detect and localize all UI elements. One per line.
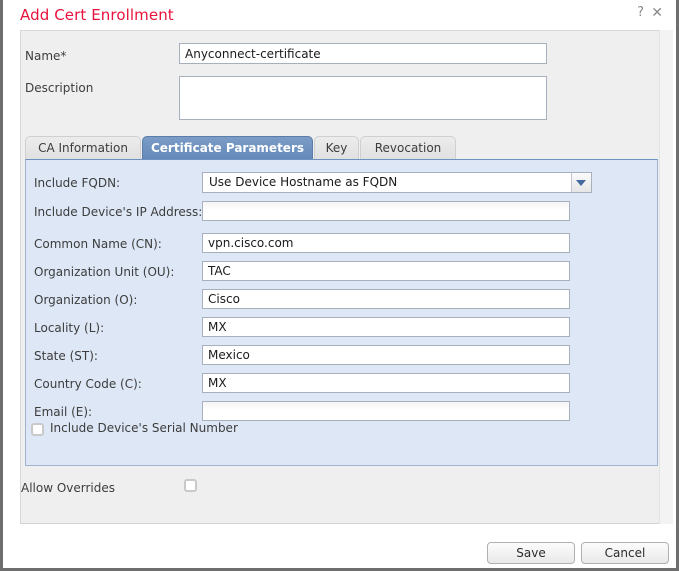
- tab-key[interactable]: Key: [314, 136, 359, 160]
- tab-certificate-parameters[interactable]: Certificate Parameters: [142, 136, 313, 160]
- tab-revocation[interactable]: Revocation: [360, 136, 456, 160]
- include-device-ip-input[interactable]: [202, 201, 570, 221]
- include-fqdn-value: Use Device Hostname as FQDN: [209, 175, 398, 189]
- name-label: Name*: [25, 49, 67, 63]
- organization-input[interactable]: [202, 289, 570, 309]
- email-input[interactable]: [202, 401, 570, 421]
- state-input[interactable]: [202, 345, 570, 365]
- include-fqdn-dropdown[interactable]: Use Device Hostname as FQDN: [202, 172, 592, 193]
- allow-overrides-label: Allow Overrides: [21, 481, 116, 495]
- page-title: Add Cert Enrollment: [20, 6, 174, 24]
- chevron-down-icon: [576, 180, 586, 186]
- close-icon[interactable]: ✕: [651, 6, 663, 20]
- locality-label: Locality (L):: [34, 321, 105, 335]
- tab-strip: CA Information Certificate Parameters Ke…: [25, 136, 658, 160]
- include-fqdn-dropdown-button[interactable]: [571, 173, 591, 192]
- save-button[interactable]: Save: [487, 542, 575, 564]
- locality-input[interactable]: [202, 317, 570, 337]
- name-input[interactable]: [179, 43, 547, 64]
- organization-unit-label: Organization Unit (OU):: [34, 265, 175, 279]
- organization-unit-input[interactable]: [202, 261, 570, 281]
- help-icon[interactable]: ?: [637, 6, 644, 20]
- common-name-label: Common Name (CN):: [34, 237, 162, 251]
- email-label: Email (E):: [34, 405, 93, 419]
- state-label: State (ST):: [34, 349, 98, 363]
- description-input[interactable]: [179, 76, 547, 120]
- include-fqdn-label: Include FQDN:: [34, 176, 121, 190]
- common-name-input[interactable]: [202, 233, 570, 253]
- organization-label: Organization (O):: [34, 293, 138, 307]
- include-device-ip-label: Include Device's IP Address:: [34, 205, 203, 219]
- tab-ca-information[interactable]: CA Information: [25, 136, 141, 160]
- add-cert-enrollment-dialog: Add Cert Enrollment ? ✕ Name* Descriptio…: [0, 0, 679, 571]
- include-serial-number-label: Include Device's Serial Number: [50, 421, 238, 435]
- include-serial-number-checkbox[interactable]: [31, 423, 44, 436]
- dialog-titlebar: Add Cert Enrollment ? ✕: [3, 0, 676, 30]
- cancel-button[interactable]: Cancel: [581, 542, 669, 564]
- vertical-scrollbar[interactable]: [659, 30, 673, 524]
- certificate-parameters-panel: Include FQDN: Use Device Hostname as FQD…: [25, 159, 658, 466]
- country-code-label: Country Code (C):: [34, 377, 142, 391]
- allow-overrides-checkbox[interactable]: [184, 479, 197, 492]
- description-label: Description: [25, 81, 94, 95]
- country-code-input[interactable]: [202, 373, 570, 393]
